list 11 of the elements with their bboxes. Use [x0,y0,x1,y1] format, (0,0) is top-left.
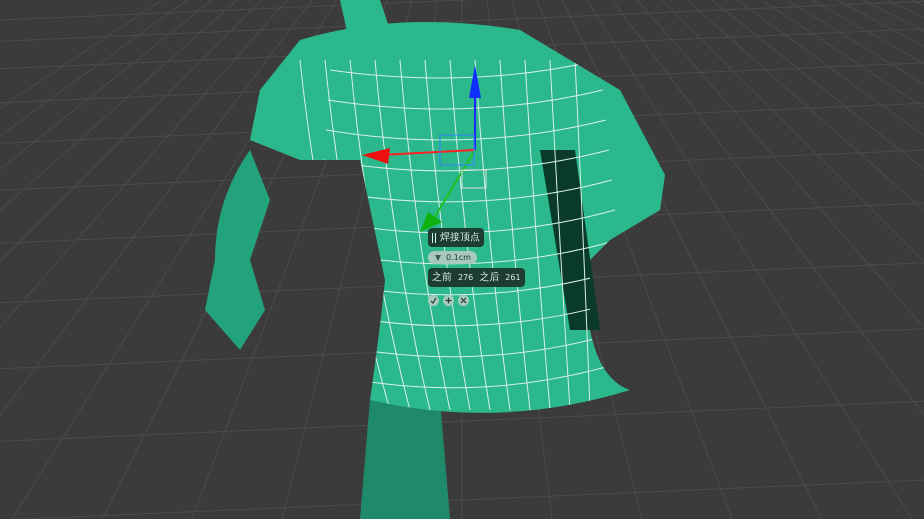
grip-icon[interactable] [432,232,436,242]
threshold-field[interactable]: 0.1cm [428,251,477,264]
before-label: 之前 [432,270,452,285]
before-count: 276 [458,272,474,284]
check-icon [430,297,437,304]
plus-icon [445,297,452,304]
close-icon [460,297,467,304]
after-count: 261 [505,272,521,284]
caddy-title: 焊接顶点 [440,230,480,245]
weld-threshold-icon [434,254,442,262]
after-label: 之后 [479,270,500,285]
